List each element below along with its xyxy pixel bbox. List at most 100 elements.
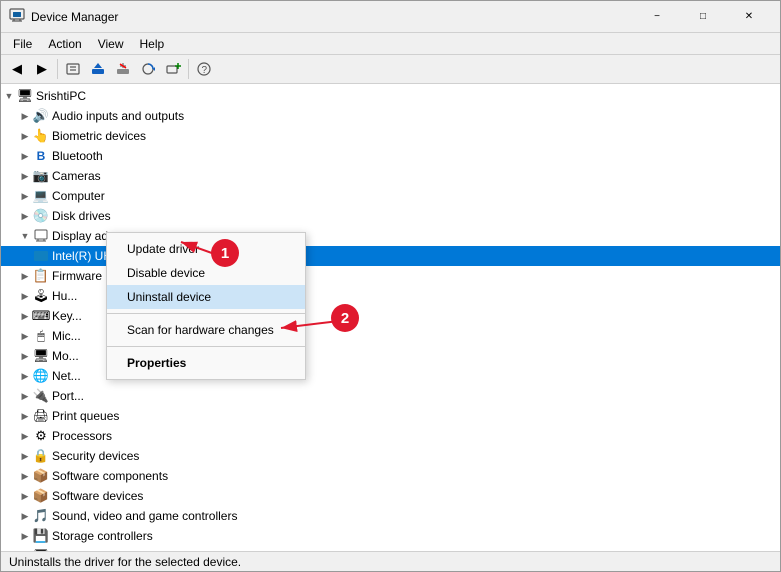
monitors-expand-icon[interactable]: ▶: [17, 348, 33, 364]
softdev-expand-icon[interactable]: ▶: [17, 488, 33, 504]
maximize-button[interactable]: □: [680, 1, 726, 33]
uninstall-button[interactable]: [111, 57, 135, 81]
processors-expand-icon[interactable]: ▶: [17, 428, 33, 444]
tree-item-sysdev[interactable]: ▶ 🖥 System devices: [1, 546, 780, 551]
sysdev-icon: 🖥: [33, 548, 49, 551]
keyboard-expand-icon[interactable]: ▶: [17, 308, 33, 324]
biometric-icon: 👆: [33, 128, 49, 144]
forward-button[interactable]: ▶: [30, 57, 54, 81]
add-legacy-button[interactable]: [161, 57, 185, 81]
cameras-label: Cameras: [52, 169, 101, 183]
keyboard-label: Key...: [52, 309, 82, 323]
cameras-expand-icon[interactable]: ▶: [17, 168, 33, 184]
display-expand-icon[interactable]: ▼: [17, 228, 33, 244]
title-bar: Device Manager − □ ✕: [1, 1, 780, 33]
tree-item-cameras[interactable]: ▶ 📷 Cameras: [1, 166, 780, 186]
menu-view[interactable]: View: [90, 33, 132, 55]
tree-item-disk[interactable]: ▶ 💿 Disk drives: [1, 206, 780, 226]
printq-icon: 🖨: [33, 408, 49, 424]
close-button[interactable]: ✕: [726, 1, 772, 33]
sound-label: Sound, video and game controllers: [52, 509, 237, 523]
tree-item-sound[interactable]: ▶ 🎵 Sound, video and game controllers: [1, 506, 780, 526]
root-label: SrishtiPC: [36, 89, 86, 103]
window: Device Manager − □ ✕ File Action View He…: [0, 0, 781, 572]
computer-expand-icon[interactable]: ▶: [17, 188, 33, 204]
storage-label: Storage controllers: [52, 529, 153, 543]
audio-expand-icon[interactable]: ▶: [17, 108, 33, 124]
gpu-icon: [33, 248, 49, 264]
ctx-scan-hardware[interactable]: Scan for hardware changes: [107, 318, 305, 342]
scan-hardware-button[interactable]: [136, 57, 160, 81]
tree-root[interactable]: ▼ 🖥 SrishtiPC: [1, 86, 780, 106]
softcomp-label: Software components: [52, 469, 168, 483]
sound-expand-icon[interactable]: ▶: [17, 508, 33, 524]
biometric-expand-icon[interactable]: ▶: [17, 128, 33, 144]
ports-expand-icon[interactable]: ▶: [17, 388, 33, 404]
tree-item-audio[interactable]: ▶ 🔊 Audio inputs and outputs: [1, 106, 780, 126]
firmware-expand-icon[interactable]: ▶: [17, 268, 33, 284]
back-button[interactable]: ◀: [5, 57, 29, 81]
monitors-icon: 🖥: [33, 348, 49, 364]
toolbar-sep-2: [188, 59, 189, 79]
ports-icon: 🔌: [33, 388, 49, 404]
tree-item-ports[interactable]: ▶ 🔌 Port...: [1, 386, 780, 406]
ctx-sep-2: [107, 346, 305, 347]
processors-label: Processors: [52, 429, 112, 443]
tree-item-softcomp[interactable]: ▶ 📦 Software components: [1, 466, 780, 486]
sysdev-expand-icon[interactable]: ▶: [17, 548, 33, 551]
properties-button[interactable]: [61, 57, 85, 81]
mice-icon: 🖱: [33, 328, 49, 344]
bluetooth-icon: B: [33, 148, 49, 164]
status-bar: Uninstalls the driver for the selected d…: [1, 551, 780, 571]
storage-icon: 💾: [33, 528, 49, 544]
ctx-disable-device[interactable]: Disable device: [107, 261, 305, 285]
toolbar-sep-1: [57, 59, 58, 79]
annotation-2: 2: [331, 304, 359, 332]
security-expand-icon[interactable]: ▶: [17, 448, 33, 464]
menu-help[interactable]: Help: [132, 33, 173, 55]
softcomp-expand-icon[interactable]: ▶: [17, 468, 33, 484]
mice-expand-icon[interactable]: ▶: [17, 328, 33, 344]
network-icon: 🌐: [33, 368, 49, 384]
firmware-icon: 📋: [33, 268, 49, 284]
ctx-update-driver[interactable]: Update driver: [107, 237, 305, 261]
bluetooth-expand-icon[interactable]: ▶: [17, 148, 33, 164]
tree-item-softdev[interactable]: ▶ 📦 Software devices: [1, 486, 780, 506]
network-expand-icon[interactable]: ▶: [17, 368, 33, 384]
ctx-uninstall-device[interactable]: Uninstall device: [107, 285, 305, 309]
tree-item-biometric[interactable]: ▶ 👆 Biometric devices: [1, 126, 780, 146]
root-expand-icon[interactable]: ▼: [1, 88, 17, 104]
help-button[interactable]: ?: [192, 57, 216, 81]
printq-expand-icon[interactable]: ▶: [17, 408, 33, 424]
computer-icon: 💻: [33, 188, 49, 204]
app-icon: [9, 7, 25, 26]
softdev-icon: 📦: [33, 488, 49, 504]
context-menu: Update driver Disable device Uninstall d…: [106, 232, 306, 380]
title-bar-label: Device Manager: [31, 10, 634, 24]
tree-item-bluetooth[interactable]: ▶ B Bluetooth: [1, 146, 780, 166]
tree-item-computer[interactable]: ▶ 💻 Computer: [1, 186, 780, 206]
security-icon: 🔒: [33, 448, 49, 464]
disk-expand-icon[interactable]: ▶: [17, 208, 33, 224]
hid-expand-icon[interactable]: ▶: [17, 288, 33, 304]
update-driver-button[interactable]: [86, 57, 110, 81]
ctx-properties[interactable]: Properties: [107, 351, 305, 375]
processors-icon: ⚙: [33, 428, 49, 444]
tree-item-processors[interactable]: ▶ ⚙ Processors: [1, 426, 780, 446]
softcomp-icon: 📦: [33, 468, 49, 484]
security-label: Security devices: [52, 449, 139, 463]
disk-label: Disk drives: [52, 209, 111, 223]
tree-item-printq[interactable]: ▶ 🖨 Print queues: [1, 406, 780, 426]
tree-item-storage[interactable]: ▶ 💾 Storage controllers: [1, 526, 780, 546]
biometric-label: Biometric devices: [52, 129, 146, 143]
menu-action[interactable]: Action: [40, 33, 89, 55]
minimize-button[interactable]: −: [634, 1, 680, 33]
storage-expand-icon[interactable]: ▶: [17, 528, 33, 544]
cameras-icon: 📷: [33, 168, 49, 184]
tree-item-security[interactable]: ▶ 🔒 Security devices: [1, 446, 780, 466]
keyboard-icon: ⌨: [33, 308, 49, 324]
printq-label: Print queues: [52, 409, 119, 423]
root-computer-icon: 🖥: [17, 88, 33, 104]
menu-file[interactable]: File: [5, 33, 40, 55]
sound-icon: 🎵: [33, 508, 49, 524]
